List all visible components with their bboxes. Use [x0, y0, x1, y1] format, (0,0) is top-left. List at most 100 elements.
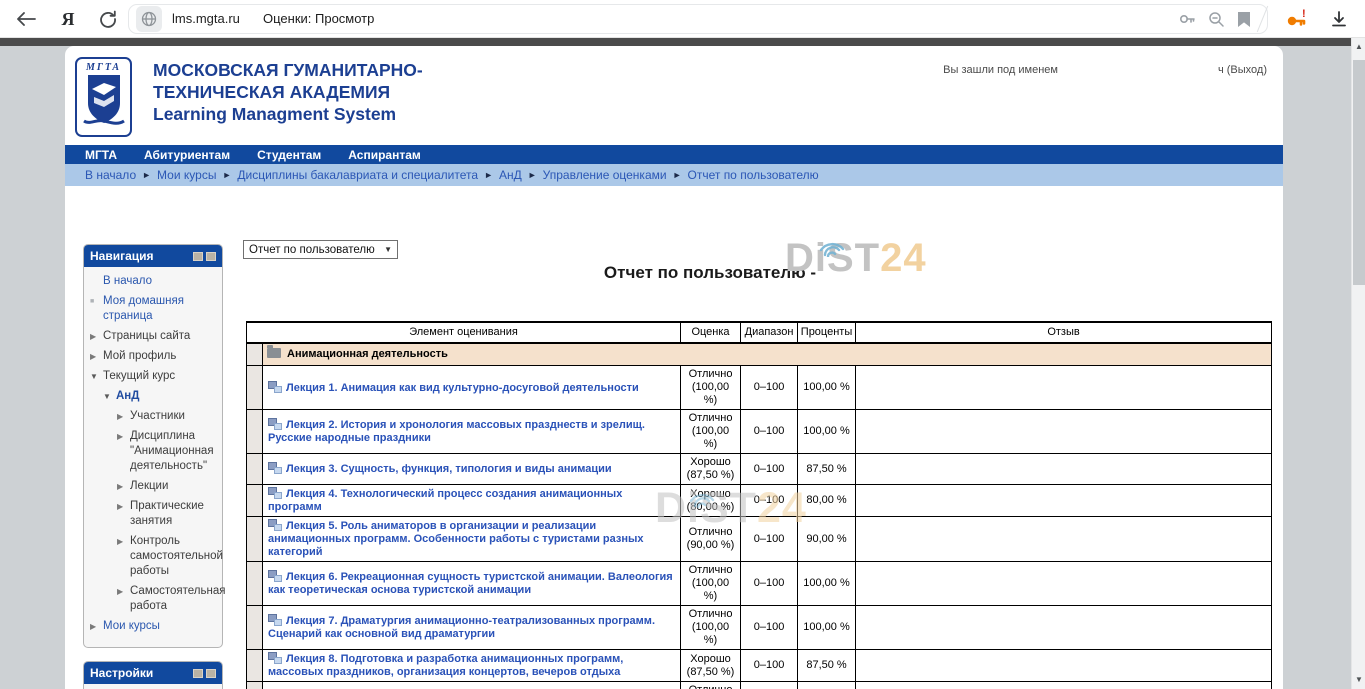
vertical-scrollbar[interactable]: ▲ ▼ — [1351, 38, 1365, 689]
breadcrumb-link[interactable]: Дисциплины бакалавриата и специалитета — [237, 168, 478, 182]
site-container: МГТА МОСКОВСКАЯ ГУМАНИТАРНО- ТЕХНИЧЕСКАЯ… — [65, 46, 1283, 689]
sidebar-item-label: Мои курсы — [103, 619, 218, 634]
percent-cell: 100,00 % — [798, 410, 856, 454]
grade-item-link[interactable]: Лекция 2. История и хронология массовых … — [268, 419, 645, 444]
main-nav-item[interactable]: Аспирантам — [348, 148, 421, 162]
indent-cell — [247, 410, 263, 454]
sidebar-item-current-course[interactable]: ▼Текущий курс — [90, 369, 218, 384]
sidebar-item-my-profile[interactable]: ▶Мой профиль — [90, 349, 218, 364]
expand-icon: ▶ — [117, 429, 130, 444]
scroll-up-icon[interactable]: ▲ — [1352, 40, 1365, 54]
grade-row: Лекция 1. Анимация как вид культурно-дос… — [247, 366, 1272, 410]
grade-text: Отлично — [685, 564, 736, 577]
expand-icon: ▶ — [117, 479, 130, 494]
main-nav: МГТА Абитуриентам Студентам Аспирантам — [65, 145, 1283, 164]
bookmark-icon[interactable] — [1233, 8, 1255, 30]
logo-abbr: МГТА — [86, 62, 121, 73]
grade-row: Лекция 6. Рекреационная сущность туристс… — [247, 562, 1272, 606]
grade-item-link[interactable]: Лекция 1. Анимация как вид культурно-дос… — [286, 382, 639, 394]
grade-item-link[interactable]: Лекция 5. Роль аниматоров в организации … — [268, 520, 644, 558]
url-text[interactable]: lms.mgta.ru — [172, 11, 240, 26]
scroll-down-icon[interactable]: ▼ — [1352, 673, 1365, 687]
sidebar-item-practical[interactable]: ▶Практические занятия — [90, 499, 218, 529]
reload-button[interactable] — [96, 7, 120, 31]
sidebar-item-label: Мой профиль — [103, 349, 218, 364]
download-icon[interactable] — [1328, 8, 1350, 30]
sidebar-item-my-home[interactable]: ■Моя домашняя страница — [90, 294, 218, 324]
grade-item-link[interactable]: Лекция 8. Подготовка и разработка анимац… — [268, 653, 623, 678]
breadcrumb-link[interactable]: В начало — [85, 168, 136, 182]
sidebar-item-label: Контроль самостоятельной работы — [130, 534, 223, 579]
feedback-cell — [856, 606, 1272, 650]
column-header: Диапазон — [741, 322, 798, 343]
logout-link[interactable]: ч (Выход) — [1218, 64, 1267, 76]
breadcrumb-link[interactable]: Управление оценками — [543, 168, 667, 182]
password-key-icon[interactable] — [1176, 8, 1198, 30]
scrollbar-thumb[interactable] — [1353, 60, 1365, 285]
sidebar-item-label: Участники — [130, 409, 218, 424]
sidebar-item-and-course[interactable]: ▼АнД — [90, 389, 218, 404]
site-title-line1: МОСКОВСКАЯ ГУМАНИТАРНО- — [153, 59, 423, 81]
sidebar-item-my-courses[interactable]: ▶Мои курсы — [90, 619, 218, 634]
breadcrumb-separator-icon: ► — [222, 170, 231, 180]
sidebar-item-self-control[interactable]: ▶Контроль самостоятельной работы — [90, 534, 218, 579]
range-cell: 0–100 — [741, 562, 798, 606]
grade-percent-text: (100,00 %) — [685, 621, 736, 647]
feedback-cell — [856, 562, 1272, 606]
range-cell: 0–100 — [741, 366, 798, 410]
hide-block-icon[interactable] — [193, 252, 203, 261]
expand-icon: ▶ — [90, 329, 103, 344]
breadcrumb: В начало►Мои курсы►Дисциплины бакалавриа… — [65, 164, 1283, 186]
grade-text: Хорошо — [685, 456, 736, 469]
settings-block: Настройки ▼Управление оценкамиОбзорный о… — [83, 661, 223, 689]
grade-cell: Отлично(100,00 %) — [681, 366, 741, 410]
grade-percent-text: (80,00 %) — [685, 501, 736, 514]
grade-percent-text: (100,00 %) — [685, 577, 736, 603]
range-cell: 0–100 — [741, 454, 798, 485]
breadcrumb-link[interactable]: Мои курсы — [157, 168, 216, 182]
lesson-icon — [268, 462, 281, 474]
grade-item-link[interactable]: Лекция 3. Сущность, функция, типология и… — [286, 463, 612, 475]
range-cell: 0–100 — [741, 606, 798, 650]
main-nav-item[interactable]: Студентам — [257, 148, 321, 162]
sidebar-item-site-pages[interactable]: ▶Страницы сайта — [90, 329, 218, 344]
range-cell: 0–100 — [741, 485, 798, 517]
report-type-select[interactable]: Отчет по пользователю ▼ — [243, 240, 398, 259]
column-header: Оценка — [681, 322, 741, 343]
grade-item-link[interactable]: Лекция 4. Технологический процесс создан… — [268, 488, 622, 513]
page-background: МГТА МОСКОВСКАЯ ГУМАНИТАРНО- ТЕХНИЧЕСКАЯ… — [0, 46, 1351, 689]
dock-block-icon[interactable] — [206, 669, 216, 678]
expand-icon: ▶ — [117, 534, 130, 549]
main-nav-item[interactable]: МГТА — [85, 148, 117, 162]
site-title-line3: Learning Managment System — [153, 103, 423, 125]
grade-item-link[interactable]: Лекция 6. Рекреационная сущность туристс… — [268, 571, 673, 596]
sidebar: Навигация В начало■Моя домашняя страница… — [83, 244, 223, 689]
grade-item-link[interactable]: Лекция 7. Драматургия анимационно-театра… — [268, 615, 655, 640]
yandex-browser-icon[interactable]: Я — [56, 7, 80, 31]
grade-cell: Отлично(100,00 %) — [681, 606, 741, 650]
hide-block-icon[interactable] — [193, 669, 203, 678]
site-globe-icon — [136, 6, 162, 32]
dock-block-icon[interactable] — [206, 252, 216, 261]
navigation-block: Навигация В начало■Моя домашняя страница… — [83, 244, 223, 648]
main-nav-item[interactable]: Абитуриентам — [144, 148, 230, 162]
sidebar-item-lectures[interactable]: ▶Лекции — [90, 479, 218, 494]
percent-cell: 90,00 % — [798, 517, 856, 562]
grade-text: Отлично — [685, 608, 736, 621]
sidebar-item-label: Страницы сайта — [103, 329, 218, 344]
grade-cell: Отлично(100,00 %) — [681, 682, 741, 689]
sidebar-item-self-work[interactable]: ▶Самостоятельная работа — [90, 584, 218, 614]
indent-cell — [247, 650, 263, 682]
item-name-cell: Лекция 5. Роль аниматоров в организации … — [263, 517, 681, 562]
sidebar-item-discipline[interactable]: ▶Дисциплина "Анимационная деятельность" — [90, 429, 218, 474]
sidebar-item-participants[interactable]: ▶Участники — [90, 409, 218, 424]
password-alert-icon[interactable]: ! — [1285, 8, 1307, 30]
grade-percent-text: (87,50 %) — [685, 666, 736, 679]
breadcrumb-link[interactable]: АнД — [499, 168, 522, 182]
breadcrumb-link[interactable]: Отчет по пользователю — [688, 168, 819, 182]
sidebar-item-label: Моя домашняя страница — [103, 294, 218, 324]
back-button[interactable] — [14, 7, 38, 31]
indent-cell — [247, 562, 263, 606]
find-on-page-icon[interactable] — [1205, 8, 1227, 30]
sidebar-item-home[interactable]: В начало — [90, 274, 218, 289]
